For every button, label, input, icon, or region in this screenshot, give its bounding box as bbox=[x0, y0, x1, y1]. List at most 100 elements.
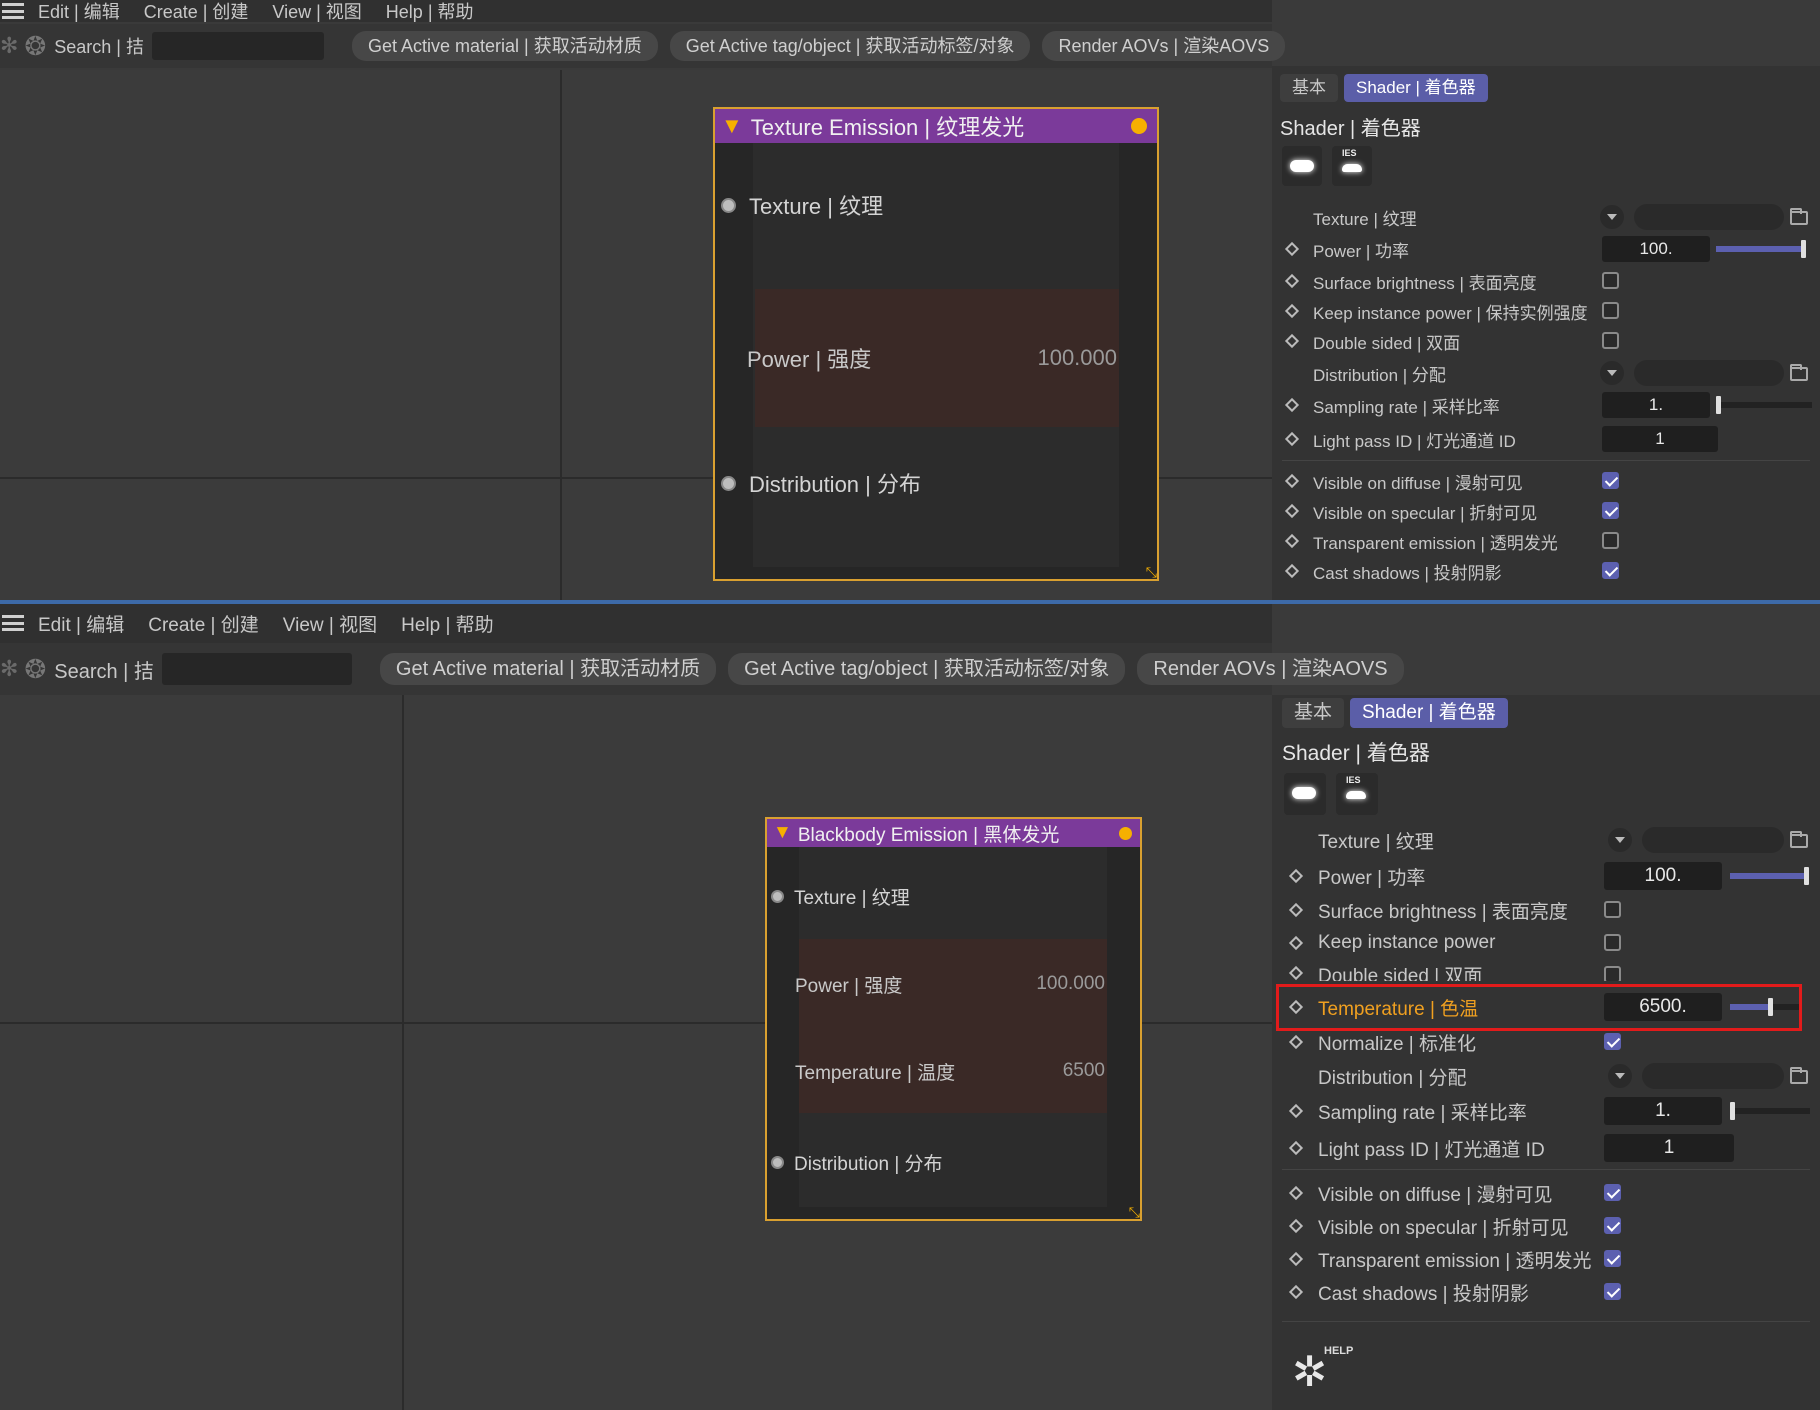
get-active-tag-object-button[interactable]: Get Active tag/object | 获取活动标签/对象 bbox=[669, 31, 1031, 61]
sampling-rate-value-field[interactable]: 1. bbox=[1604, 1097, 1722, 1125]
resize-handle-icon[interactable]: ⤡ bbox=[1129, 1205, 1140, 1219]
menu-create[interactable]: Create | 创建 bbox=[148, 610, 259, 637]
node-input-texture[interactable]: Texture | 纹理 bbox=[771, 883, 910, 910]
menu-edit[interactable]: Edit | 编辑 bbox=[38, 0, 120, 24]
dropdown-chevron-icon[interactable] bbox=[1608, 828, 1632, 852]
menu-edit[interactable]: Edit | 编辑 bbox=[38, 610, 124, 637]
node-temperature-field[interactable]: Temperature | 温度 6500 bbox=[795, 1029, 1107, 1113]
keyframe-diamond-icon[interactable] bbox=[1288, 902, 1304, 918]
menu-help[interactable]: Help | 帮助 bbox=[386, 0, 474, 24]
keep-instance-power-checkbox[interactable] bbox=[1604, 934, 1621, 951]
node-power-field[interactable]: Power | 强度 100.000 bbox=[747, 289, 1119, 427]
keyframe-diamond-icon[interactable] bbox=[1288, 1284, 1304, 1300]
texture-link-field[interactable] bbox=[1642, 827, 1784, 853]
hamburger-menu-icon[interactable] bbox=[2, 3, 24, 19]
transparent-emission-checkbox[interactable] bbox=[1604, 1250, 1621, 1267]
node-header[interactable]: ▼ Blackbody Emission | 黑体发光 bbox=[767, 819, 1140, 847]
node-output-dot-icon[interactable] bbox=[1131, 118, 1147, 134]
hamburger-menu-icon[interactable] bbox=[2, 615, 24, 631]
dropdown-chevron-icon[interactable] bbox=[1608, 1064, 1632, 1088]
input-pin-icon[interactable] bbox=[721, 197, 736, 213]
folder-icon[interactable] bbox=[1790, 364, 1808, 381]
double-sided-checkbox[interactable] bbox=[1604, 966, 1621, 981]
render-aovs-button[interactable]: Render AOVs | 渲染AOVS bbox=[1042, 31, 1286, 61]
keyframe-diamond-icon[interactable] bbox=[1288, 965, 1304, 981]
keyframe-diamond-icon[interactable] bbox=[1284, 397, 1300, 413]
tab-basic[interactable]: 基本 bbox=[1282, 698, 1345, 728]
folder-icon[interactable] bbox=[1790, 208, 1808, 225]
collapse-triangle-icon[interactable]: ▼ bbox=[721, 113, 743, 139]
dropdown-chevron-icon[interactable] bbox=[1600, 205, 1624, 229]
gear-icon[interactable]: ✻ bbox=[0, 34, 18, 58]
cast-shadows-checkbox[interactable] bbox=[1602, 562, 1619, 579]
keep-instance-power-checkbox[interactable] bbox=[1602, 302, 1619, 319]
visible-specular-checkbox[interactable] bbox=[1604, 1217, 1621, 1234]
node-power-field[interactable]: Power | 强度 100.000 bbox=[795, 939, 1107, 1029]
slider-knob[interactable] bbox=[1716, 396, 1721, 414]
slider-knob[interactable] bbox=[1730, 1102, 1735, 1120]
transparent-emission-checkbox[interactable] bbox=[1602, 532, 1619, 549]
input-pin-icon[interactable] bbox=[771, 890, 784, 903]
tab-shader[interactable]: Shader | 着色器 bbox=[1344, 74, 1488, 102]
keyframe-diamond-icon[interactable] bbox=[1284, 431, 1300, 447]
menu-create[interactable]: Create | 创建 bbox=[144, 0, 249, 24]
ies-light-button[interactable]: IES bbox=[1332, 146, 1372, 186]
sampling-rate-slider[interactable] bbox=[1730, 1102, 1810, 1120]
keyframe-diamond-icon[interactable] bbox=[1284, 473, 1300, 489]
keyframe-diamond-icon[interactable] bbox=[1288, 1140, 1304, 1156]
menu-help[interactable]: Help | 帮助 bbox=[401, 610, 494, 637]
get-active-material-button[interactable]: Get Active material | 获取活动材质 bbox=[379, 653, 717, 685]
help-button[interactable]: ✲ HELP bbox=[1292, 1345, 1353, 1401]
keyframe-diamond-icon[interactable] bbox=[1284, 533, 1300, 549]
keyframe-diamond-icon[interactable] bbox=[1284, 503, 1300, 519]
keyframe-diamond-icon[interactable] bbox=[1288, 1185, 1304, 1201]
distribution-link-field[interactable] bbox=[1634, 360, 1784, 386]
search-input[interactable] bbox=[161, 653, 352, 685]
input-pin-icon[interactable] bbox=[771, 1156, 784, 1169]
folder-icon[interactable] bbox=[1790, 1067, 1808, 1084]
keyframe-diamond-icon[interactable] bbox=[1288, 1251, 1304, 1267]
menu-view[interactable]: View | 视图 bbox=[283, 610, 377, 637]
visible-specular-checkbox[interactable] bbox=[1602, 502, 1619, 519]
light-pass-id-field[interactable]: 1 bbox=[1602, 426, 1718, 452]
keyframe-diamond-icon[interactable] bbox=[1288, 1218, 1304, 1234]
light-pass-id-field[interactable]: 1 bbox=[1604, 1134, 1734, 1162]
keyframe-diamond-icon[interactable] bbox=[1284, 273, 1300, 289]
dropdown-chevron-icon[interactable] bbox=[1600, 361, 1624, 385]
keyframe-diamond-icon[interactable] bbox=[1288, 935, 1304, 951]
visible-diffuse-checkbox[interactable] bbox=[1604, 1184, 1621, 1201]
tab-shader[interactable]: Shader | 着色器 bbox=[1350, 698, 1508, 728]
collapse-triangle-icon[interactable]: ▼ bbox=[773, 822, 792, 844]
power-slider[interactable] bbox=[1730, 867, 1809, 885]
node-canvas[interactable]: ▼ Texture Emission | 纹理发光 Texture | 纹理 P… bbox=[0, 70, 1272, 603]
keyframe-diamond-icon[interactable] bbox=[1288, 1034, 1304, 1050]
texture-link-field[interactable] bbox=[1634, 204, 1784, 230]
input-pin-icon[interactable] bbox=[721, 475, 736, 491]
surface-brightness-checkbox[interactable] bbox=[1602, 272, 1619, 289]
area-light-button[interactable] bbox=[1282, 146, 1322, 186]
sampling-rate-slider[interactable] bbox=[1716, 396, 1812, 414]
visible-diffuse-checkbox[interactable] bbox=[1602, 472, 1619, 489]
double-sided-checkbox[interactable] bbox=[1602, 332, 1619, 349]
slider-knob[interactable] bbox=[1801, 240, 1806, 258]
get-active-material-button[interactable]: Get Active material | 获取活动材质 bbox=[351, 31, 658, 61]
node-input-distribution[interactable]: Distribution | 分布 bbox=[721, 467, 921, 499]
get-active-tag-object-button[interactable]: Get Active tag/object | 获取活动标签/对象 bbox=[728, 653, 1126, 685]
node-output-dot-icon[interactable] bbox=[1119, 826, 1132, 840]
keyframe-diamond-icon[interactable] bbox=[1284, 333, 1300, 349]
render-aovs-button[interactable]: Render AOVs | 渲染AOVS bbox=[1137, 653, 1404, 685]
power-value-field[interactable]: 100. bbox=[1604, 862, 1722, 890]
ies-light-button[interactable]: IES bbox=[1336, 773, 1378, 815]
resize-handle-icon[interactable]: ⤡ bbox=[1146, 565, 1157, 579]
node-input-texture[interactable]: Texture | 纹理 bbox=[721, 189, 883, 221]
power-slider[interactable] bbox=[1716, 240, 1806, 258]
normalize-checkbox[interactable] bbox=[1604, 1033, 1621, 1050]
sampling-rate-value-field[interactable]: 1. bbox=[1602, 392, 1710, 418]
keyframe-diamond-icon[interactable] bbox=[1288, 868, 1304, 884]
texture-emission-node[interactable]: ▼ Texture Emission | 纹理发光 Texture | 纹理 P… bbox=[713, 107, 1159, 581]
keyframe-diamond-icon[interactable] bbox=[1284, 563, 1300, 579]
keyframe-diamond-icon[interactable] bbox=[1284, 303, 1300, 319]
tab-basic[interactable]: 基本 bbox=[1280, 74, 1338, 102]
node-canvas[interactable]: ▼ Blackbody Emission | 黑体发光 Texture | 纹理… bbox=[0, 695, 1272, 1410]
area-light-button[interactable] bbox=[1284, 773, 1326, 815]
